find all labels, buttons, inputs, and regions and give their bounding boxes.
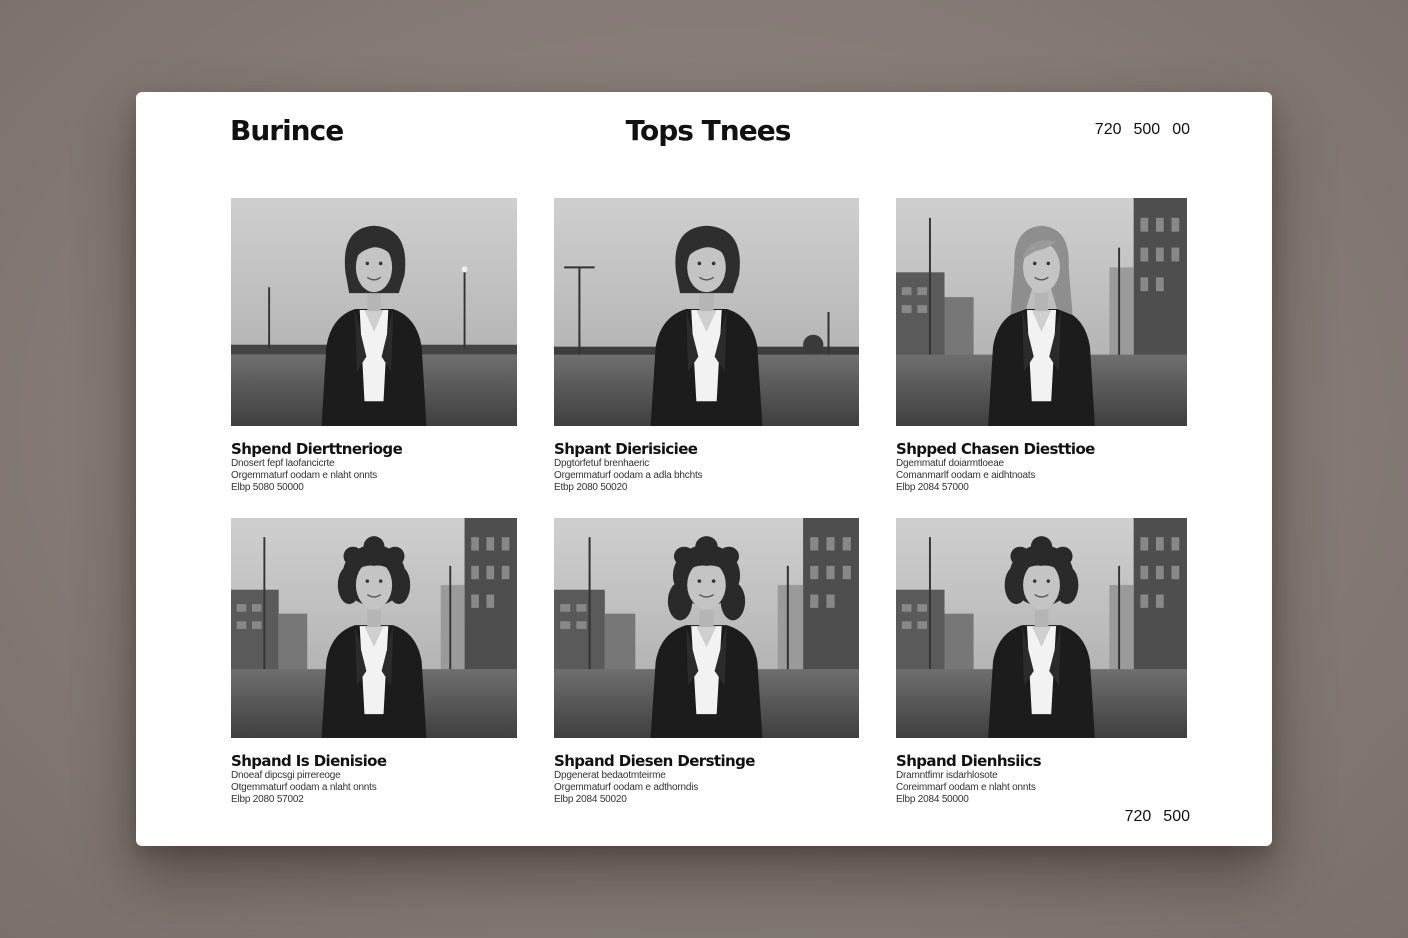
portrait-photo[interactable] bbox=[896, 518, 1187, 738]
gallery-tile[interactable]: Shpand Diesen Derstinge Dpgenerat bedaotm… bbox=[554, 518, 859, 806]
tile-caption-line: Dpgtorfetuf brenhaeric bbox=[554, 458, 650, 469]
tile-title[interactable]: Shpant Dierisiciee bbox=[554, 440, 859, 458]
tile-title[interactable]: Shpand Dienhsiics bbox=[896, 752, 1187, 770]
tile-caption-line: Dnosert fepf laofancicrte bbox=[231, 458, 335, 469]
portrait-photo[interactable] bbox=[896, 198, 1187, 426]
tile-title[interactable]: Shpand Diesen Derstinge bbox=[554, 752, 859, 770]
gallery-tile[interactable]: Shpend Dierttnerioge Dnosert fepf laofanc… bbox=[231, 198, 517, 494]
tile-caption-line: Elbp 2080 57002 bbox=[231, 794, 304, 805]
tile-caption-line: Dnoeaf dipcsgi pirrereoge bbox=[231, 770, 341, 781]
header-stats: 720 500 00 bbox=[1095, 121, 1190, 139]
portrait-photo[interactable] bbox=[231, 198, 517, 426]
tile-caption-line: Etbp 2080 50020 bbox=[554, 482, 628, 493]
header-stat: 00 bbox=[1172, 121, 1190, 138]
tile-caption-line: Elbp 5080 50000 bbox=[231, 482, 304, 493]
tile-caption-line: Dramntfimr isdarhlosote bbox=[896, 770, 998, 781]
tile-caption-line: Coreimmarf oodam e nlaht onnts bbox=[896, 782, 1036, 793]
header-stat: 720 bbox=[1094, 121, 1122, 138]
tile-caption-line: Orgemmaturf oodam a adla bhchts bbox=[554, 470, 703, 481]
gallery-tile[interactable]: Shpand Dienhsiics Dramntfimr isdarhlosote… bbox=[896, 518, 1187, 806]
footer-stats: 720 500 bbox=[1125, 808, 1190, 826]
gallery-tile[interactable]: Shpped Chasen Diesttioe Dgemmatuf doiarmt… bbox=[896, 198, 1187, 494]
tile-title[interactable]: Shpped Chasen Diesttioe bbox=[896, 440, 1187, 458]
tile-caption-line: Elbp 2084 57000 bbox=[896, 482, 969, 493]
portrait-photo[interactable] bbox=[554, 518, 859, 738]
tile-caption-line: Elbp 2084 50020 bbox=[554, 794, 627, 805]
tile-caption-line: Elbp 2084 50000 bbox=[896, 794, 969, 805]
gallery-card: Burince Tops Tnees 720 500 00 Shpend Die… bbox=[136, 92, 1272, 846]
tile-title[interactable]: Shpand Is Dienisioe bbox=[231, 752, 517, 770]
footer-stat: 500 bbox=[1163, 808, 1190, 825]
tile-caption-line: Comanmarlf oodam e aidhtnoats bbox=[896, 470, 1036, 481]
tile-title[interactable]: Shpend Dierttnerioge bbox=[231, 440, 517, 458]
gallery-tile[interactable]: Shpant Dierisiciee Dpgtorfetuf brenhaeric… bbox=[554, 198, 859, 494]
tile-caption-line: Orgemmaturf oodam e nlaht onnts bbox=[231, 470, 378, 481]
portrait-photo[interactable] bbox=[554, 198, 859, 426]
header-stat: 500 bbox=[1133, 121, 1161, 138]
gallery-tile[interactable]: Shpand Is Dienisioe Dnoeaf dipcsgi pirrer… bbox=[231, 518, 517, 806]
portrait-photo[interactable] bbox=[231, 518, 517, 738]
tile-caption-line: Otgemmaturf oodam a nlaht onnts bbox=[231, 782, 377, 793]
tile-caption-line: Orgemmaturf oodam e adthorndis bbox=[554, 782, 699, 793]
footer-stat: 720 bbox=[1124, 808, 1152, 825]
tile-caption-line: Dpgenerat bedaotmteirme bbox=[554, 770, 666, 781]
tile-caption-line: Dgemmatuf doiarmtloeae bbox=[896, 458, 1004, 469]
